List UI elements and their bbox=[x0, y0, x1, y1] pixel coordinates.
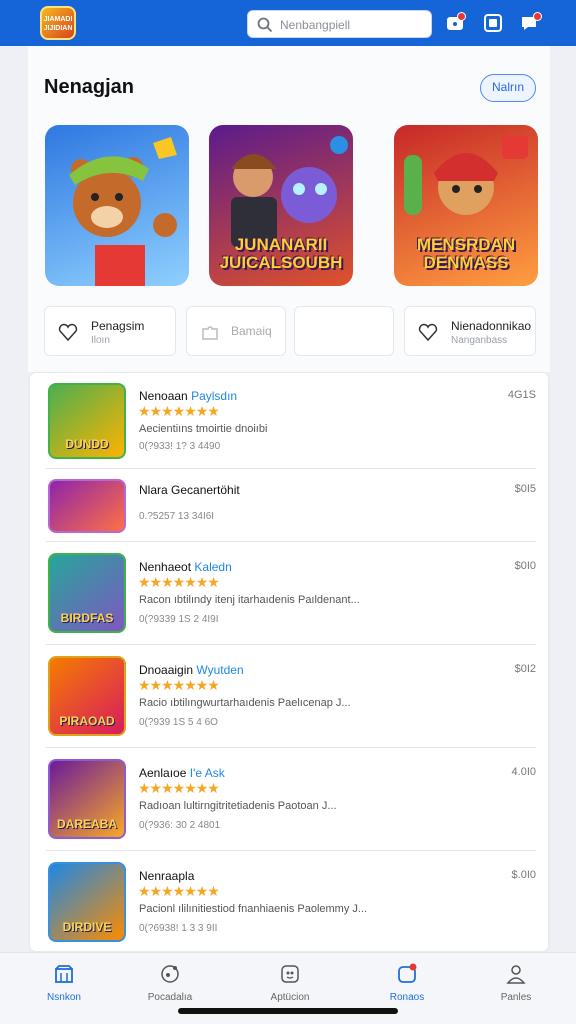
profile-icon bbox=[506, 965, 526, 984]
store-icon bbox=[55, 965, 73, 983]
bear-character-image bbox=[69, 137, 177, 286]
list-item-price: $0I0 bbox=[514, 560, 536, 572]
list-item-description: Radıoan lultirngitritetiadenis Paotoan J… bbox=[139, 800, 337, 812]
list-item-title: Nenraapla bbox=[139, 869, 195, 883]
category-chip-2[interactable]: Bamaiq bbox=[186, 306, 286, 356]
section-action-button[interactable]: Nalrın bbox=[480, 74, 536, 102]
search-input[interactable]: Nenbangpiell bbox=[247, 10, 432, 38]
featured-game-2[interactable]: JUNANARII JUICALSOUBH bbox=[209, 125, 353, 286]
list-item-thumbnail bbox=[48, 479, 126, 533]
notification-badge bbox=[457, 12, 466, 21]
search-icon bbox=[257, 17, 273, 33]
rating-stars: ★★★★★★★ bbox=[138, 403, 220, 419]
list-item-title: Nenhaeot Kaledn bbox=[139, 560, 232, 574]
chip-2-title: Bamaiq bbox=[231, 324, 272, 338]
list-item-description: Aecientiıns tmoirtie dnoiıbi bbox=[139, 423, 268, 435]
nav-item-updates[interactable]: Ronaos bbox=[372, 963, 442, 1003]
list-item-price: $.0I0 bbox=[511, 869, 536, 881]
rating-stars: ★★★★★★★ bbox=[138, 883, 220, 899]
nav-item-apps[interactable]: Aptücion bbox=[255, 963, 325, 1003]
chat-badge bbox=[533, 12, 542, 21]
list-item-description: Pacionl ılilınitiestiod fnanhiaenis Paol… bbox=[139, 903, 368, 915]
featured-game-2-title: JUNANARII JUICALSOUBH bbox=[219, 235, 343, 272]
list-item[interactable]: PIRAOAD Dnoaaigin Wyutden ★★★★★★★ Racio … bbox=[46, 645, 536, 748]
category-chip-3[interactable] bbox=[294, 306, 394, 356]
search-placeholder: Nenbangpiell bbox=[280, 18, 351, 32]
thumbnail-caption: PIRAOAD bbox=[59, 714, 115, 728]
list-item-meta: 0(?6938! 1 3 3 9II bbox=[139, 923, 218, 934]
apps-icon bbox=[281, 965, 299, 983]
list-item-price: 4.0I0 bbox=[511, 766, 536, 778]
section-title: Nenagjan bbox=[44, 76, 135, 98]
list-item-description: Racon ıbtilındy itenj itarhaıdenis Paıld… bbox=[139, 594, 360, 606]
category-chip-1[interactable]: Penagsim Iloın bbox=[44, 306, 176, 356]
list-item-title: Nenoaan Paylsdın bbox=[139, 389, 238, 403]
list-item-price: 4G1S bbox=[507, 389, 536, 401]
nav-label: Aptücion bbox=[270, 992, 310, 1003]
nav-item-store[interactable]: Nsnkon bbox=[29, 963, 99, 1003]
list-item-meta: 0.?5257 13 34I6I bbox=[139, 511, 215, 522]
list-item-thumbnail: PIRAOAD bbox=[48, 656, 126, 736]
list-item[interactable]: DAREABA Aenlaıoe I'e Ask ★★★★★★★ Radıoan… bbox=[46, 748, 536, 851]
thumbnail-caption: DIRDIVE bbox=[62, 920, 112, 934]
list-item-meta: 0(?936: 30 2 4801 bbox=[139, 820, 221, 831]
chip-4-subtitle: Nanganbass bbox=[451, 335, 508, 346]
list-item-title: Nlara Gecanertöhit bbox=[139, 483, 240, 497]
rating-stars: ★★★★★★★ bbox=[138, 574, 220, 590]
list-item-meta: 0(?939 1S 5 4 6O bbox=[139, 717, 218, 728]
rating-stars: ★★★★★★★ bbox=[138, 677, 220, 693]
list-item[interactable]: BIRDFAS Nenhaeot Kaledn ★★★★★★★ Racon ıb… bbox=[46, 542, 536, 645]
list-item-thumbnail: DUNDD bbox=[48, 383, 126, 459]
top-bar: JIAMADI JIJIDIAN Nenbangpiell bbox=[0, 0, 576, 46]
list-item-meta: 0(?9339 1S 2 4I9I bbox=[139, 614, 219, 625]
list-item-description: Racio ıbtilıngwurtarhaıdenis Paelıcenap … bbox=[139, 697, 351, 709]
category-chip-4[interactable]: Nienadonnikao Nanganbass bbox=[404, 306, 536, 356]
list-item-title: Dnoaaigin Wyutden bbox=[139, 663, 244, 677]
chip-4-title: Nienadonnikao bbox=[451, 319, 532, 333]
list-item-meta: 0(?933! 1? 3 4490 bbox=[139, 441, 221, 452]
heart-icon bbox=[418, 323, 438, 342]
heart-icon bbox=[58, 323, 78, 342]
nav-item-profile[interactable]: Panles bbox=[481, 963, 551, 1003]
list-item[interactable]: DIRDIVE Nenraapla ★★★★★★★ Pacionl ılilın… bbox=[46, 851, 536, 949]
chip-1-title: Penagsim bbox=[91, 319, 145, 333]
nav-label: Nsnkon bbox=[47, 992, 81, 1003]
thumbnail-caption: BIRDFAS bbox=[60, 611, 114, 625]
chip-1-subtitle: Iloın bbox=[91, 335, 110, 346]
nav-label: Pocadalıa bbox=[147, 992, 193, 1003]
featured-game-3[interactable]: MENSRDAN DENMASS bbox=[394, 125, 538, 286]
featured-game-3-title: MENSRDAN DENMASS bbox=[416, 235, 516, 272]
list-item-price: $0I2 bbox=[514, 663, 536, 675]
game-icon bbox=[161, 965, 179, 983]
list-item-thumbnail: DIRDIVE bbox=[48, 862, 126, 942]
thumbnail-caption: DUNDD bbox=[65, 437, 109, 451]
camera-icon[interactable] bbox=[483, 13, 503, 33]
nav-item-games[interactable]: Pocadalıa bbox=[135, 963, 205, 1003]
notifications-icon bbox=[398, 963, 417, 983]
thumbnail-caption: DAREABA bbox=[57, 817, 117, 831]
nav-label: Ronaos bbox=[389, 992, 425, 1003]
nav-label: Panles bbox=[500, 992, 532, 1003]
list-item[interactable]: DUNDD Nenoaan Paylsdın ★★★★★★★ Aecientiı… bbox=[46, 373, 536, 469]
list-item-thumbnail: DAREABA bbox=[48, 759, 126, 839]
list-item-thumbnail: BIRDFAS bbox=[48, 553, 126, 633]
puzzle-icon bbox=[202, 326, 218, 340]
list-item[interactable]: Nlara Gecanertöhit 0.?5257 13 34I6I $0I5 bbox=[46, 469, 536, 542]
list-item-price: $0I5 bbox=[514, 483, 536, 495]
home-indicator[interactable] bbox=[178, 1008, 398, 1014]
app-logo[interactable]: JIAMADI JIJIDIAN bbox=[40, 6, 76, 40]
rating-stars: ★★★★★★★ bbox=[138, 780, 220, 796]
featured-game-1[interactable] bbox=[45, 125, 189, 286]
game-list: DUNDD Nenoaan Paylsdın ★★★★★★★ Aecientiı… bbox=[30, 373, 548, 951]
list-item-title: Aenlaıoe I'e Ask bbox=[139, 766, 225, 780]
